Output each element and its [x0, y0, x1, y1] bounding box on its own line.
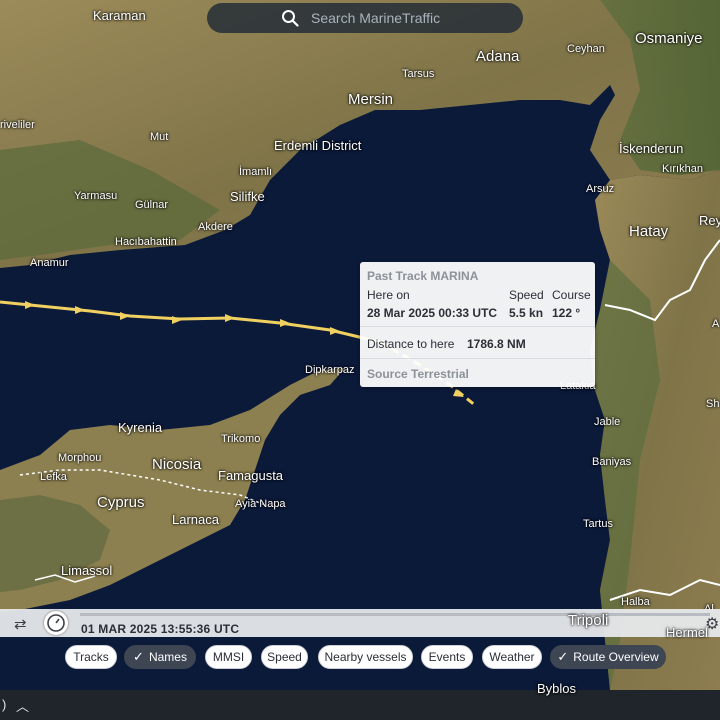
- place-baniyas: Baniyas: [592, 456, 632, 468]
- distance-label: Distance to here: [367, 337, 455, 351]
- playback-speed-button[interactable]: [44, 611, 68, 635]
- place-morphou: Morphou: [58, 452, 102, 464]
- chip-label: MMSI: [212, 650, 245, 664]
- search-input[interactable]: Search MarineTraffic: [311, 10, 440, 26]
- place-akdere: Akdere: [198, 221, 233, 233]
- chip-label: Weather: [489, 650, 535, 664]
- chip-mmsi[interactable]: MMSI: [205, 645, 252, 669]
- chevron-up-icon[interactable]: ︿: [16, 696, 29, 715]
- popup-divider: [360, 358, 595, 359]
- place-tarsus: Tarsus: [402, 68, 435, 80]
- place-hermel: Hermel: [666, 625, 708, 640]
- check-icon: ✓: [557, 649, 569, 664]
- place-nicosia: Nicosia: [152, 456, 202, 473]
- place-imamli: İmamlı: [239, 166, 272, 178]
- here-on-label: Here on: [367, 288, 410, 302]
- place-tripoli: Tripoli: [568, 612, 609, 629]
- place-halba: Halba: [621, 596, 650, 608]
- popup-title: Past Track MARINA: [367, 269, 479, 283]
- place-limassol: Limassol: [61, 563, 113, 578]
- chip-label: Events: [428, 650, 466, 664]
- place-erdemli: Erdemli District: [274, 138, 362, 153]
- chip-nearby-vessels[interactable]: Nearby vessels: [318, 645, 413, 669]
- place-byblos: Byblos: [537, 681, 577, 696]
- place-jable: Jable: [594, 416, 621, 428]
- here-on-value: 28 Mar 2025 00:33 UTC: [367, 306, 498, 320]
- place-arsuz: Arsuz: [586, 183, 615, 195]
- timeline-timestamp: 01 MAR 2025 13:55:36 UTC: [81, 622, 240, 636]
- place-kyrenia: Kyrenia: [118, 420, 163, 435]
- search-bar[interactable]: Search MarineTraffic: [207, 3, 523, 33]
- place-anamur: Anamur: [30, 257, 69, 269]
- layer-chips: Tracks ✓ Names MMSI Speed Nearby vessels …: [0, 645, 720, 671]
- place-a: A: [712, 318, 720, 330]
- timeline-slider[interactable]: [80, 613, 710, 616]
- place-larnaca: Larnaca: [172, 512, 219, 527]
- place-dipkarpaz: Dipkarpaz: [305, 364, 355, 376]
- chip-label: Speed: [267, 650, 302, 664]
- place-lefka: Lefka: [40, 471, 67, 483]
- place-famagusta: Famagusta: [218, 468, 284, 483]
- place-mut: Mut: [150, 131, 169, 143]
- course-value: 122 °: [552, 306, 581, 320]
- popup-divider: [360, 326, 595, 327]
- place-riveliler: riveliler: [0, 119, 35, 131]
- place-ceyhan: Ceyhan: [567, 43, 605, 55]
- place-gulnar: Gülnar: [135, 199, 169, 211]
- place-hacibahattin: Hacıbahattin: [115, 236, 177, 248]
- chip-label: Names: [148, 650, 187, 664]
- place-adana: Adana: [476, 48, 520, 65]
- chip-events[interactable]: Events: [421, 645, 473, 669]
- place-ayianapa: Ayia Napa: [235, 498, 286, 510]
- place-cyprus: Cyprus: [97, 494, 145, 511]
- timeline-bar[interactable]: ⇄ 01 MAR 2025 13:55:36 UTC ⚙: [0, 609, 720, 637]
- past-track-popup[interactable]: Past Track MARINA Here on Speed Course 2…: [360, 262, 595, 387]
- place-silifke: Silifke: [230, 189, 265, 204]
- place-kirikhan: Kırıkhan: [662, 163, 703, 175]
- popup-source: Source Terrestrial: [367, 367, 469, 381]
- chip-speed[interactable]: Speed: [261, 645, 308, 669]
- place-yarmasu: Yarmasu: [74, 190, 118, 202]
- chip-tracks[interactable]: Tracks: [65, 645, 117, 669]
- place-rey: Rey: [699, 213, 720, 228]
- speed-value: 5.5 kn: [509, 306, 544, 320]
- place-hatay: Hatay: [629, 223, 669, 240]
- chip-label: Nearby vessels: [324, 650, 407, 664]
- chip-names[interactable]: ✓ Names: [124, 645, 196, 669]
- place-trikomo: Trikomo: [221, 433, 261, 445]
- place-tartus: Tartus: [583, 518, 613, 530]
- chip-label: Route Overview: [573, 650, 659, 664]
- place-mersin: Mersin: [348, 91, 394, 108]
- place-osmaniye: Osmaniye: [635, 30, 703, 47]
- speedometer-icon: [47, 614, 65, 632]
- distance-value: 1786.8 NM: [467, 337, 526, 351]
- check-icon: ✓: [133, 649, 144, 664]
- chip-weather[interactable]: Weather: [482, 645, 542, 669]
- chip-route-overview[interactable]: ✓ Route Overview: [550, 645, 666, 669]
- place-karaman: Karaman: [93, 8, 146, 23]
- speed-label: Speed: [509, 288, 544, 302]
- bottom-bar: ) ︿: [0, 690, 720, 720]
- bottom-left-text: ): [2, 697, 7, 712]
- search-icon: [282, 10, 299, 27]
- course-label: Course: [552, 288, 591, 302]
- place-iskenderun: İskenderun: [619, 141, 684, 156]
- place-sh: Sh: [706, 398, 720, 410]
- swap-icon[interactable]: ⇄: [14, 615, 27, 633]
- chip-label: Tracks: [73, 650, 109, 664]
